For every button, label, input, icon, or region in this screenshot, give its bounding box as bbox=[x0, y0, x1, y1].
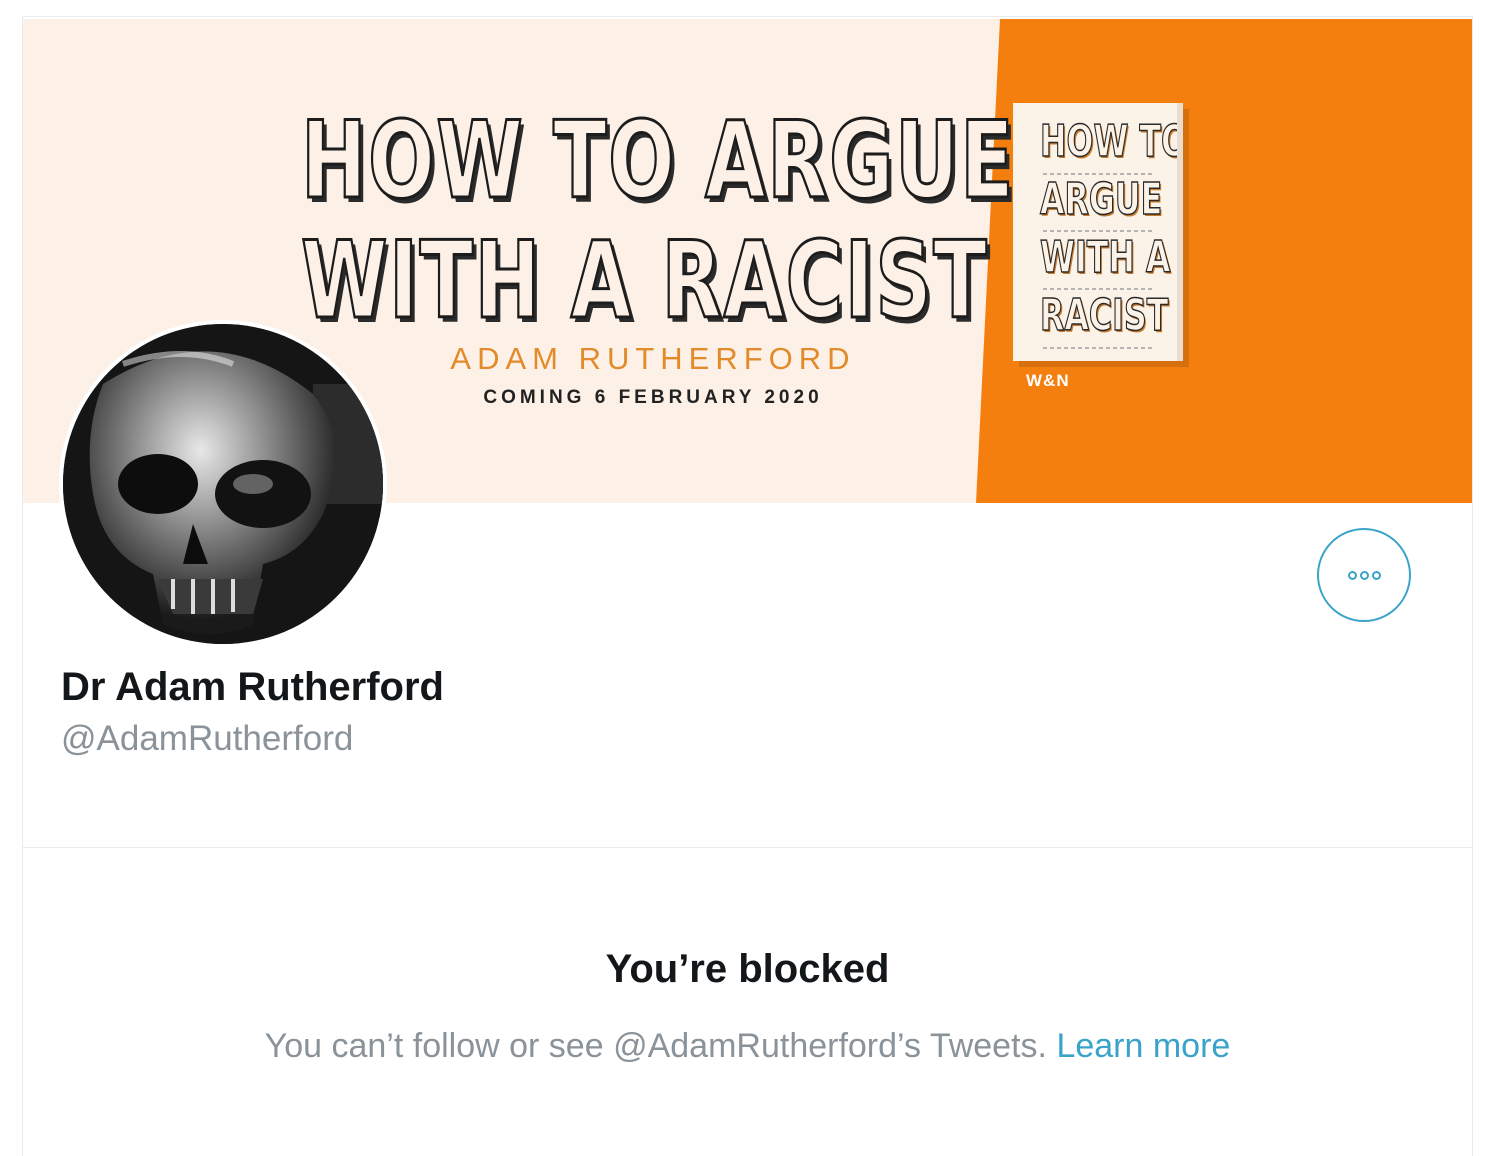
banner-author: ADAM RUTHERFORD bbox=[450, 341, 856, 376]
blocked-message: You can’t follow or see @AdamRutherford’… bbox=[23, 1027, 1472, 1066]
banner-title-line-2: WITH A RACIST bbox=[300, 219, 989, 342]
book-title-line-3: WITH A bbox=[1039, 231, 1171, 284]
more-options-icon bbox=[1347, 570, 1381, 580]
avatar[interactable] bbox=[59, 320, 387, 648]
book-title-line-2: ARGUE bbox=[1039, 173, 1163, 226]
banner-title: HOW TO ARGUE WITH A RACIST bbox=[300, 99, 1016, 342]
book-cover-author-dots bbox=[1043, 347, 1153, 349]
book-title-line-4: RACIST bbox=[1039, 289, 1169, 342]
publisher-logo: W&N bbox=[1026, 371, 1070, 390]
more-options-button[interactable] bbox=[1317, 528, 1411, 622]
section-divider bbox=[23, 847, 1472, 848]
banner-title-line-1: HOW TO ARGUE bbox=[300, 99, 1016, 222]
skull-illustration bbox=[63, 324, 383, 644]
book-cover: HOW TO ARGUE WITH A RACIST bbox=[1013, 103, 1183, 361]
banner-release-date: COMING 6 FEBRUARY 2020 bbox=[483, 387, 823, 408]
blocked-message-text: You can’t follow or see @AdamRutherford’… bbox=[264, 1027, 1047, 1065]
book-title-line-1: HOW TO bbox=[1039, 115, 1183, 168]
learn-more-link[interactable]: Learn more bbox=[1056, 1027, 1230, 1065]
skull-avatar-icon bbox=[63, 324, 383, 644]
blocked-title: You’re blocked bbox=[605, 947, 890, 991]
book-cover-title: HOW TO ARGUE WITH A RACIST bbox=[1039, 113, 1183, 345]
profile-display-name: Dr Adam Rutherford bbox=[61, 665, 444, 709]
profile-handle: @AdamRutherford bbox=[61, 719, 354, 758]
profile-card: HOW TO ARGUE WITH A RACIST ADAM RUTHERFO… bbox=[22, 16, 1473, 1156]
